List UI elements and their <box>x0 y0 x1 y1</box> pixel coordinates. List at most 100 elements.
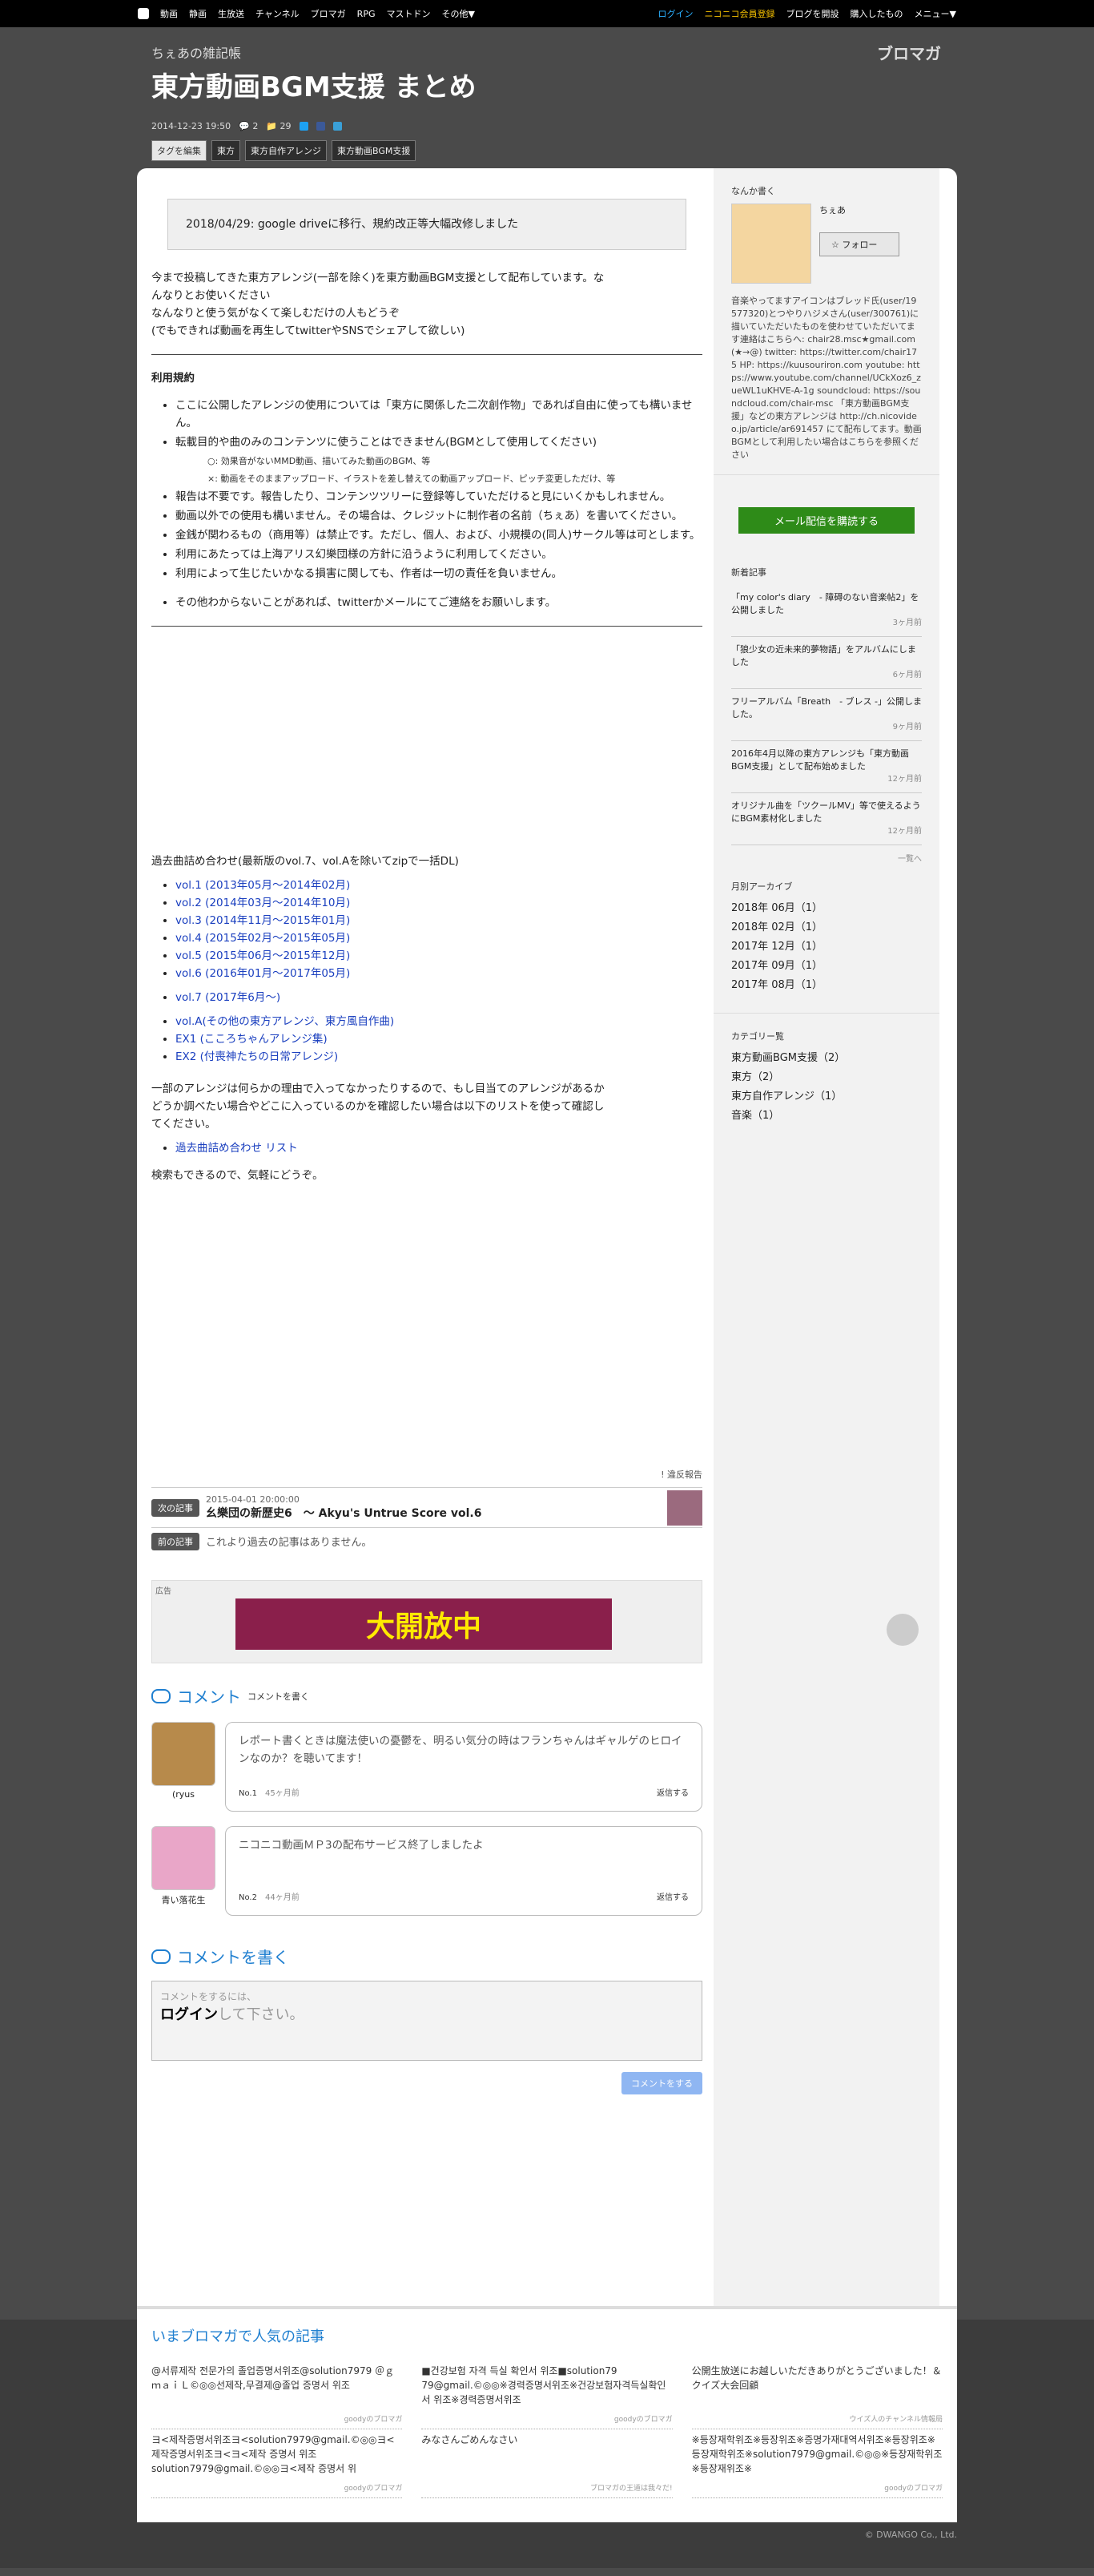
login-link[interactable]: ログイン <box>160 2006 218 2023</box>
article-nav: ! 違反報告 次の記事 2015-04-01 20:00:00 幺樂団の新歴史6… <box>151 1468 702 1554</box>
open-blog-link[interactable]: ブログを開設 <box>786 7 839 20</box>
latest-title[interactable]: 「my color's diary - 障碍のない音楽帖2」を公開しました <box>731 591 922 617</box>
comment-number: No.1 <box>239 1789 257 1798</box>
latest-item[interactable]: 2016年4月以降の東方アレンジも「東方動画BGM支援」として配布始めました 12… <box>731 741 922 793</box>
vol-link[interactable]: vol.6 (2016年01月～2017年05月) <box>175 967 350 980</box>
commenter-name[interactable]: (ryus <box>151 1789 215 1800</box>
register-link[interactable]: ニコニコ会員登録 <box>705 7 775 20</box>
top-nav-item[interactable]: マストドン <box>386 9 430 19</box>
commenter-avatar[interactable] <box>151 1722 215 1786</box>
popular-item-title[interactable]: ※등장재학위조※등장위조※증명가재대역서위조※등장위조※등장재학위조※solut… <box>692 2433 943 2476</box>
top-nav-item[interactable]: 生放送 <box>218 9 244 19</box>
next-button[interactable]: 次の記事 <box>151 1498 199 1517</box>
menu-link[interactable]: メニュー▼ <box>915 7 956 20</box>
vol-link[interactable]: vol.2 (2014年03月～2014年10月) <box>175 897 350 909</box>
category-item[interactable]: 音楽（1） <box>731 1107 922 1126</box>
intro-line: 今まで投稿してきた東方アレンジ(一部を除く)を東方動画BGM支援として配布してい… <box>151 272 605 284</box>
top-nav-item[interactable]: 動画 <box>160 9 178 19</box>
prev-button[interactable]: 前の記事 <box>151 1532 199 1550</box>
purchased-link[interactable]: 購入したもの <box>851 7 903 20</box>
ad-banner[interactable]: 大開放中 <box>235 1598 612 1650</box>
latest-title[interactable]: フリーアルバム「Breath - ブレス -」公開しました。 <box>731 695 922 721</box>
popular-item[interactable]: ■건강보험 자격 득실 확인서 위조■solution79 79@gmail.©… <box>421 2360 673 2429</box>
reply-button[interactable]: 返信する <box>657 1785 689 1803</box>
comment-age: 44ヶ月前 <box>264 1893 300 1902</box>
twitter-share-icon[interactable] <box>299 122 308 131</box>
tag-item[interactable]: 東方動画BGM支援 <box>332 140 416 161</box>
popular-item[interactable]: 公開生放送にお越しいただきありがとうございました！＆クイズ大会回顧 ウイズ人のチャ… <box>691 2360 943 2429</box>
commenter-avatar[interactable] <box>151 1826 215 1890</box>
follow-button[interactable]: ☆ フォロー <box>819 232 899 256</box>
category-item[interactable]: 東方（2） <box>731 1068 922 1087</box>
popular-item-title[interactable]: ■건강보험 자격 득실 확인서 위조■solution79 79@gmail.©… <box>421 2364 672 2407</box>
popular-item-title[interactable]: ヨ<제작증명서위조ヨ<solution7979@gmail.©◎◎ヨ<제작증명서… <box>151 2433 402 2476</box>
scroll-top-button[interactable] <box>887 1614 919 1646</box>
extra-link[interactable]: vol.A(その他の東方アレンジ、東方風自作曲) <box>175 1015 394 1028</box>
mail-subscribe-button[interactable]: メール配信を購読する <box>738 507 915 534</box>
submit-comment-button[interactable]: コメントをする <box>621 2072 702 2094</box>
category-item[interactable]: 東方自作アレンジ（1） <box>731 1087 922 1107</box>
login-link[interactable]: ログイン <box>658 7 694 20</box>
blog-name[interactable]: ちぇあの雑記帳 <box>151 42 241 62</box>
top-nav-item[interactable]: RPG <box>357 9 376 19</box>
tag-item[interactable]: 東方自作アレンジ <box>245 140 327 161</box>
archive-item[interactable]: 2018年 02月（1） <box>731 918 922 937</box>
niconico-logo-icon[interactable] <box>138 8 149 19</box>
divider <box>151 626 702 627</box>
next-title[interactable]: 幺樂団の新歴史6 ～ Akyu's Untrue Score vol.6 <box>206 1505 661 1521</box>
blomaga-logo[interactable]: ブロマガ <box>877 41 941 64</box>
latest-item[interactable]: 「狼少女の近未来的夢物語」をアルバムにしました 6ヶ月前 <box>731 637 922 689</box>
latest-item[interactable]: オリジナル曲を「ツクールMV」等で使えるようにBGM素材化しました 12ヶ月前 <box>731 793 922 845</box>
tag-item[interactable]: 東方 <box>211 140 240 161</box>
author-avatar[interactable] <box>731 204 811 284</box>
login-suffix: して下さい。 <box>218 2006 304 2023</box>
popular-articles: いまブロマガで人気の記事 @서류제작 전문가의 졸업증명서위조@solution… <box>137 2306 957 2522</box>
vol-link[interactable]: vol.1 (2013年05月～2014年02月) <box>175 879 350 892</box>
more-link[interactable]: 一覧へ <box>731 852 922 864</box>
popular-item-source: goodyのブロマガ <box>344 2485 403 2493</box>
comment-text: レポート書くときは魔法使いの憂鬱を、明るい気分の時はフランちゃんはギャルゲのヒロ… <box>239 1735 682 1765</box>
reply-button[interactable]: 返信する <box>657 1889 689 1907</box>
author-name[interactable]: ちぇあ <box>819 204 899 216</box>
popular-item[interactable]: ※등장재학위조※등장위조※증명가재대역서위조※등장위조※등장재학위조※solut… <box>691 2429 943 2498</box>
vol-link[interactable]: vol.4 (2015年02月～2015年05月) <box>175 932 350 945</box>
vol7-link[interactable]: vol.7 (2017年6月～) <box>175 991 280 1004</box>
archive-item[interactable]: 2017年 08月（1） <box>731 976 922 995</box>
latest-title[interactable]: 「狼少女の近未来的夢物語」をアルバムにしました <box>731 643 922 669</box>
latest-item[interactable]: フリーアルバム「Breath - ブレス -」公開しました。 9ヶ月前 <box>731 689 922 741</box>
latest-list: 「my color's diary - 障碍のない音楽帖2」を公開しました 3ヶ月… <box>731 585 922 845</box>
latest-title[interactable]: 2016年4月以降の東方アレンジも「東方動画BGM支援」として配布始めました <box>731 748 922 773</box>
top-nav-item[interactable]: チャンネル <box>255 9 300 19</box>
hatena-share-icon[interactable] <box>332 122 342 131</box>
top-nav-item[interactable]: その他▼ <box>441 9 474 19</box>
facebook-share-icon[interactable] <box>316 122 325 131</box>
report-link[interactable]: ! 違反報告 <box>151 1468 702 1481</box>
list-link[interactable]: 過去曲詰め合わせ リスト <box>175 1142 298 1155</box>
archive-item[interactable]: 2018年 06月（1） <box>731 899 922 918</box>
popular-item-title[interactable]: みなさんごめんなさい <box>421 2433 672 2447</box>
latest-item[interactable]: 「my color's diary - 障碍のない音楽帖2」を公開しました 3ヶ月… <box>731 585 922 637</box>
extra-link[interactable]: EX2 (付喪神たちの日常アレンジ) <box>175 1050 338 1063</box>
next-thumbnail[interactable] <box>667 1490 702 1526</box>
popular-item-title[interactable]: @서류제작 전문가의 졸업증명서위조@solution7979 ＠ｇｍａｉＬ©◎… <box>151 2364 402 2393</box>
archive-item[interactable]: 2017年 09月（1） <box>731 957 922 976</box>
archive-title: 月別アーカイブ <box>731 881 793 892</box>
edit-tags-button[interactable]: タグを編集 <box>151 140 207 161</box>
comment-count: 2 <box>252 121 259 131</box>
extra-link[interactable]: EX1 (こころちゃんアレンジ集) <box>175 1033 328 1046</box>
commenter-name[interactable]: 青い落花生 <box>151 1893 215 1906</box>
archive-item[interactable]: 2017年 12月（1） <box>731 937 922 957</box>
category-item[interactable]: 東方動画BGM支援（2） <box>731 1049 922 1068</box>
popular-item[interactable]: ヨ<제작증명서위조ヨ<solution7979@gmail.©◎◎ヨ<제작증명서… <box>151 2429 403 2498</box>
vol-link[interactable]: vol.3 (2014年11月～2015年01月) <box>175 914 350 927</box>
popular-item[interactable]: みなさんごめんなさい ブロマガの王道は我々だ! <box>421 2429 673 2498</box>
top-nav-item[interactable]: ブロマガ <box>311 9 346 19</box>
comment-textarea[interactable]: コメントをするには、 ログインして下さい。 <box>151 1981 702 2061</box>
vol-link[interactable]: vol.5 (2015年06月～2015年12月) <box>175 949 350 962</box>
top-nav-item[interactable]: 静画 <box>189 9 207 19</box>
popular-item-title[interactable]: 公開生放送にお越しいただきありがとうございました！＆クイズ大会回顧 <box>692 2364 943 2393</box>
popular-item[interactable]: @서류제작 전문가의 졸업증명서위조@solution7979 ＠ｇｍａｉＬ©◎… <box>151 2360 403 2429</box>
latest-title[interactable]: オリジナル曲を「ツクールMV」等で使えるようにBGM素材化しました <box>731 800 922 825</box>
write-comment-link[interactable]: コメントを書く <box>247 1690 309 1703</box>
next-article[interactable]: 次の記事 2015-04-01 20:00:00 幺樂団の新歴史6 ～ Akyu… <box>151 1487 702 1527</box>
